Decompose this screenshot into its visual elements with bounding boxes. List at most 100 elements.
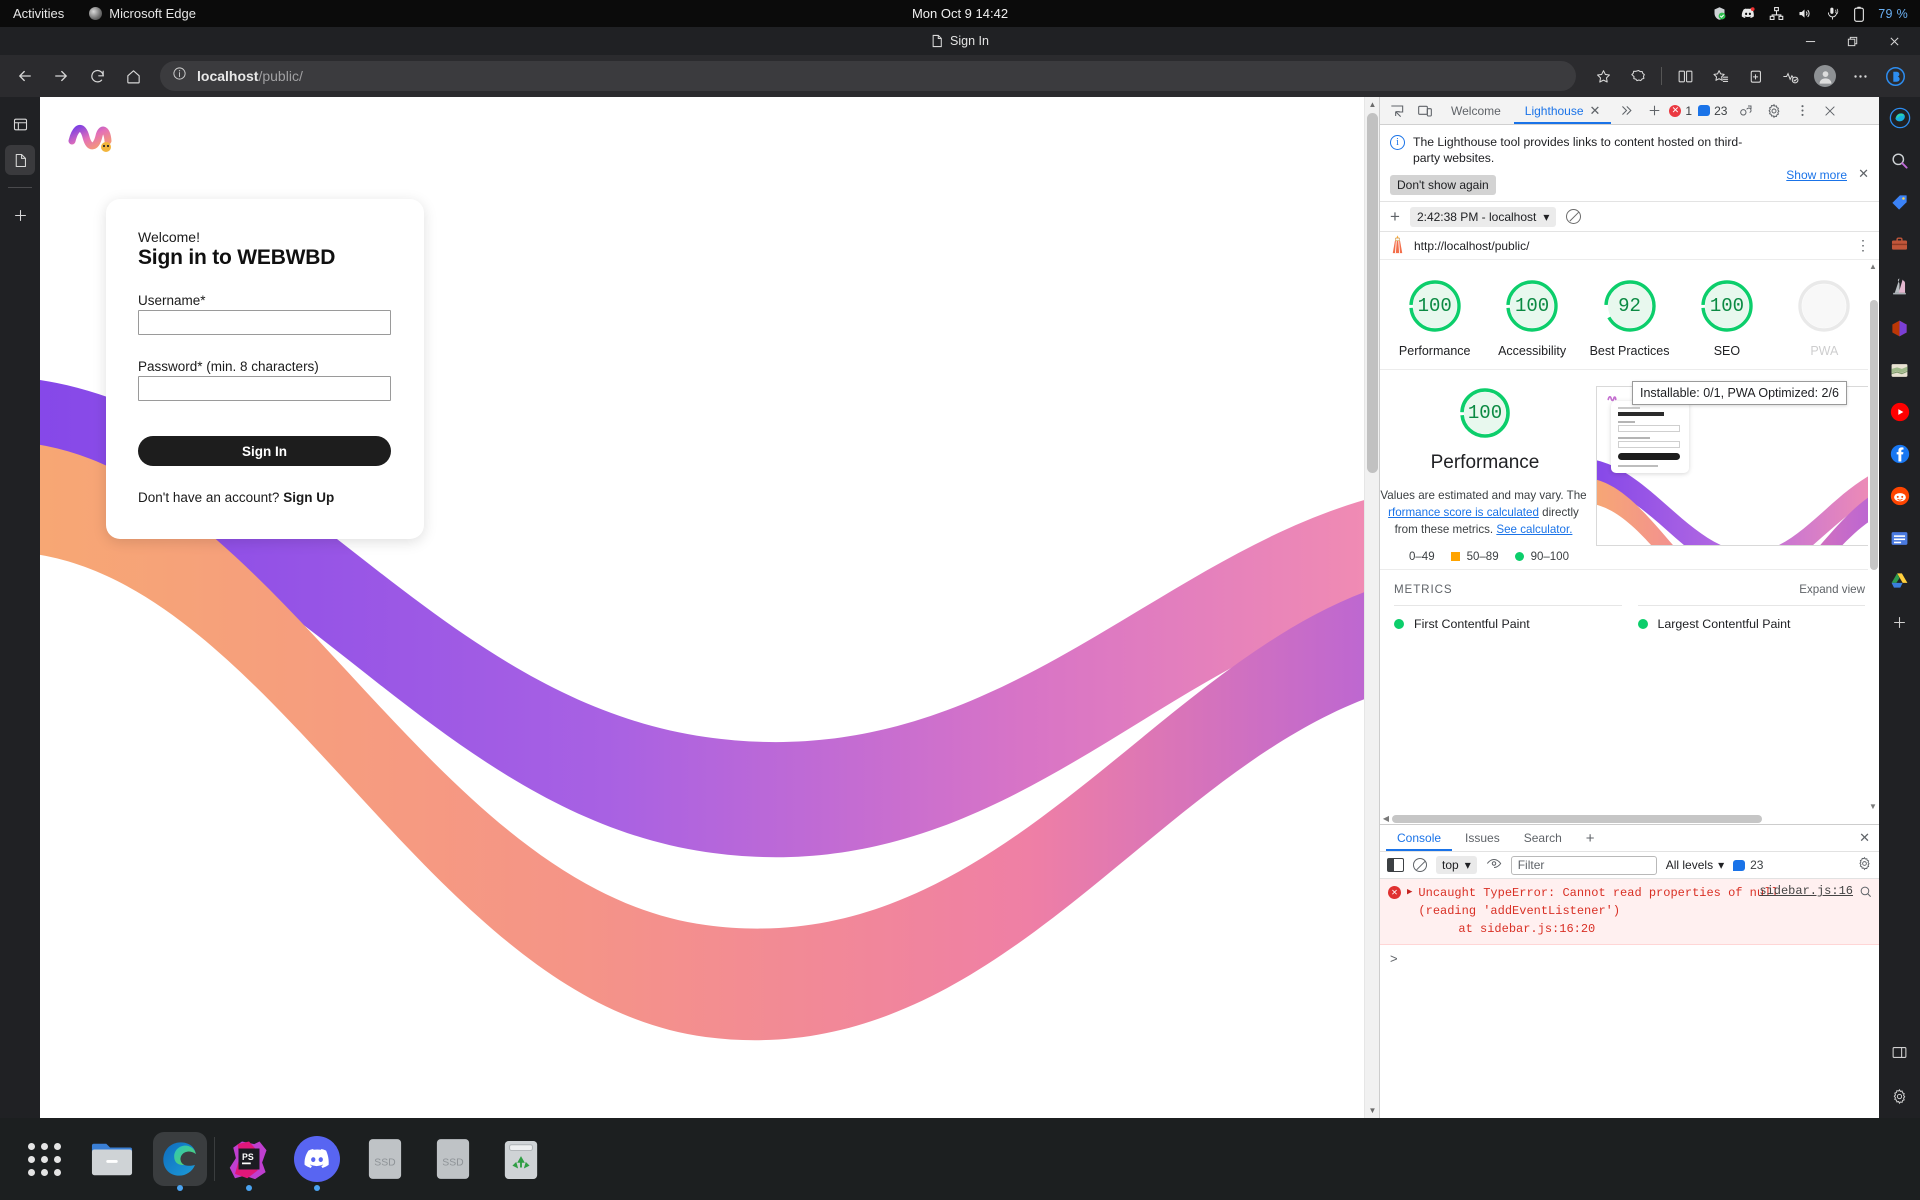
scroll-up-arrow[interactable]: ▲ — [1868, 262, 1878, 271]
scrollbar-thumb[interactable] — [1392, 815, 1762, 823]
address-bar[interactable]: localhost/public/ — [160, 61, 1576, 91]
gauge-best-practices[interactable]: 92 Best Practices — [1581, 278, 1678, 359]
username-input[interactable] — [138, 310, 391, 335]
maps-icon[interactable] — [1886, 356, 1914, 384]
more-settings-icon[interactable] — [1843, 61, 1877, 91]
console-prompt[interactable]: > — [1380, 945, 1879, 972]
settings-gear-icon[interactable] — [1761, 99, 1787, 123]
run-selector-dropdown[interactable]: 2:42:38 PM - localhost ▾ — [1410, 207, 1556, 227]
close-icon[interactable]: ✕ — [1858, 166, 1869, 182]
system-tray[interactable]: 79 % — [1712, 6, 1908, 22]
scrollbar-thumb[interactable] — [1870, 300, 1878, 570]
see-calculator-link[interactable]: See calculator. — [1496, 523, 1572, 536]
gauge-seo[interactable]: 100 SEO — [1678, 278, 1775, 359]
files-icon[interactable] — [78, 1123, 146, 1195]
scroll-down-arrow[interactable]: ▼ — [1365, 1103, 1379, 1118]
games-icon[interactable] — [1886, 272, 1914, 300]
console-sidebar-icon[interactable] — [1387, 858, 1404, 872]
clear-console-icon[interactable] — [1413, 858, 1427, 872]
ssd-drive-icon[interactable]: SSD — [351, 1123, 419, 1195]
profile-avatar-icon[interactable] — [1808, 61, 1842, 91]
youtube-icon[interactable] — [1886, 398, 1914, 426]
restore-button[interactable] — [1832, 28, 1872, 54]
performance-icon[interactable] — [1773, 61, 1807, 91]
trash-icon[interactable] — [487, 1123, 555, 1195]
sign-in-button[interactable]: Sign In — [138, 436, 391, 466]
home-icon[interactable] — [116, 61, 150, 91]
close-button[interactable] — [1874, 28, 1914, 54]
sign-up-link[interactable]: Sign Up — [283, 490, 334, 505]
favorite-star-icon[interactable] — [1586, 61, 1620, 91]
shopping-tag-icon[interactable] — [1886, 188, 1914, 216]
page-scrollbar[interactable]: ▲ ▼ — [1364, 97, 1379, 1118]
forward-icon[interactable] — [44, 61, 78, 91]
close-drawer-icon[interactable]: ✕ — [1859, 830, 1870, 846]
inspect-element-icon[interactable] — [1384, 99, 1410, 123]
scroll-left-arrow[interactable]: ◀ — [1380, 814, 1392, 823]
workspaces-icon[interactable] — [5, 109, 35, 139]
page-screenshot-thumbnail[interactable] — [1596, 386, 1875, 546]
search-icon[interactable] — [1886, 146, 1914, 174]
devtools-layout-icon[interactable] — [1733, 99, 1759, 123]
ssd-drive-2-icon[interactable]: SSD — [419, 1123, 487, 1195]
gauge-pwa[interactable]: PWA — [1776, 278, 1873, 359]
scroll-up-arrow[interactable]: ▲ — [1365, 97, 1379, 112]
search-in-page-icon[interactable] — [1859, 885, 1872, 902]
log-levels-dropdown[interactable]: All levels ▾ — [1666, 858, 1724, 872]
console-filter-input[interactable]: Filter — [1511, 856, 1657, 875]
copilot-icon[interactable] — [1886, 104, 1914, 132]
activities-button[interactable]: Activities — [13, 6, 64, 21]
scroll-down-arrow[interactable]: ▼ — [1868, 802, 1878, 811]
devtools-tab-lighthouse[interactable]: Lighthouse ✕ — [1514, 97, 1612, 124]
clear-icon[interactable] — [1566, 209, 1581, 224]
drawer-tab-search[interactable]: Search — [1513, 825, 1573, 851]
info-badge[interactable]: 23 — [1698, 104, 1727, 118]
os-clock[interactable]: Mon Oct 9 14:42 — [0, 6, 1920, 21]
page-icon[interactable] — [5, 145, 35, 175]
error-source-link[interactable]: sidebar.js:16 — [1759, 884, 1853, 898]
show-more-link[interactable]: Show more — [1786, 168, 1847, 182]
close-icon[interactable]: ✕ — [1590, 104, 1601, 117]
reload-icon[interactable] — [80, 61, 114, 91]
report-vertical-scrollbar[interactable]: ▲ ▼ — [1868, 260, 1879, 813]
gauge-performance[interactable]: 100 Performance — [1386, 278, 1483, 359]
drawer-tab-console[interactable]: Console — [1386, 825, 1452, 851]
settings-gear-icon[interactable] — [1857, 856, 1872, 874]
more-options-icon[interactable]: ⋮ — [1856, 237, 1871, 254]
password-input[interactable] — [138, 376, 391, 401]
facebook-icon[interactable] — [1886, 440, 1914, 468]
outlook-icon[interactable] — [1886, 524, 1914, 552]
phpstorm-icon[interactable]: PS — [215, 1123, 283, 1195]
site-info-icon[interactable] — [172, 66, 187, 86]
show-applications-icon[interactable] — [10, 1123, 78, 1195]
console-context-selector[interactable]: top ▾ — [1436, 856, 1477, 874]
focused-app-indicator[interactable]: Microsoft Edge — [89, 6, 196, 21]
console-message-count[interactable]: 23 — [1733, 858, 1763, 872]
error-line-3[interactable]: at sidebar.js:16:20 — [1418, 922, 1595, 936]
score-calculated-link[interactable]: rformance score is calculated — [1388, 506, 1539, 519]
office-icon[interactable] — [1886, 314, 1914, 342]
settings-icon[interactable] — [1886, 1082, 1914, 1110]
add-to-collections-icon[interactable] — [1738, 61, 1772, 91]
collections-icon[interactable] — [1621, 61, 1655, 91]
metric-largest-contentful-paint[interactable]: Largest Contentful Paint — [1638, 605, 1866, 631]
minimize-button[interactable] — [1790, 28, 1830, 54]
split-icon[interactable] — [1886, 1038, 1914, 1066]
gauge-accessibility[interactable]: 100 Accessibility — [1483, 278, 1580, 359]
add-icon[interactable] — [5, 200, 35, 230]
chevron-double-right-icon[interactable] — [1613, 99, 1639, 123]
console-error-message[interactable]: ✕ ▶ Uncaught TypeError: Cannot read prop… — [1380, 879, 1879, 945]
favorites-bar-icon[interactable] — [1703, 61, 1737, 91]
split-screen-icon[interactable] — [1668, 61, 1702, 91]
live-expression-icon[interactable] — [1486, 857, 1502, 873]
tools-icon[interactable] — [1886, 230, 1914, 258]
metric-first-contentful-paint[interactable]: First Contentful Paint — [1394, 605, 1622, 631]
drive-icon[interactable] — [1886, 566, 1914, 594]
add-icon[interactable]: + — [1575, 825, 1606, 851]
add-icon[interactable] — [1641, 99, 1667, 123]
scrollbar-thumb[interactable] — [1367, 113, 1378, 473]
discord-icon[interactable] — [283, 1123, 351, 1195]
report-horizontal-scrollbar[interactable]: ◀ — [1380, 813, 1879, 824]
copilot-icon[interactable] — [1878, 61, 1912, 91]
add-icon[interactable] — [1886, 608, 1914, 636]
